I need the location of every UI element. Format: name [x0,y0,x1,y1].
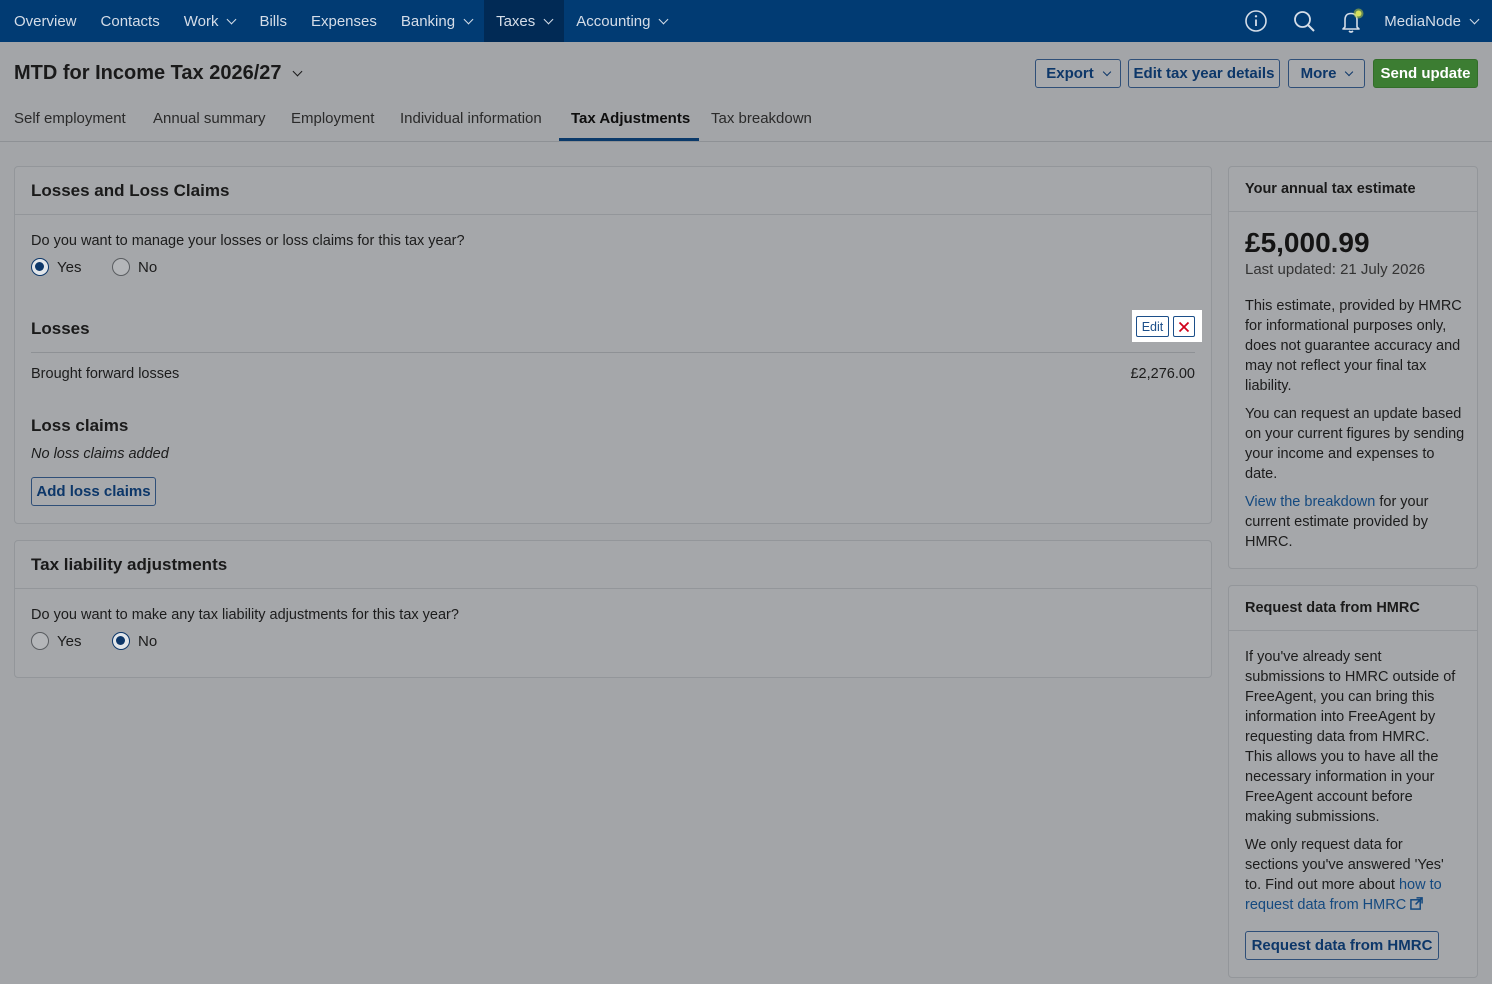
top-nav: Overview Contacts Work Bills Expenses Ba… [0,0,1492,42]
estimate-card-title-text: Your annual tax estimate [1245,181,1416,197]
account-menu[interactable]: MediaNode [1376,13,1492,30]
liability-no-label[interactable]: No [138,633,157,650]
nav-accounting-label: Accounting [576,12,651,30]
send-update-button[interactable]: Send update [1373,59,1478,88]
chevron-down-icon [227,14,237,24]
request-data-button[interactable]: Request data from HMRC [1245,931,1439,960]
nav-contacts[interactable]: Contacts [89,0,172,42]
nav-taxes-label: Taxes [496,12,536,30]
request-card-title-text: Request data from HMRC [1245,600,1420,616]
account-name: MediaNode [1384,12,1461,30]
losses-yes-radio[interactable] [31,258,49,276]
chevron-down-icon [1102,67,1111,76]
tab-self-employment[interactable]: Self employment [14,110,126,127]
tab-annual-summary[interactable]: Annual summary [153,110,266,127]
liability-card-title: Tax liability adjustments [15,541,1211,589]
losses-card-title: Losses and Loss Claims [15,167,1211,215]
losses-card-title-text: Losses and Loss Claims [31,180,230,200]
export-label: Export [1046,65,1094,82]
nav-overview-label: Overview [14,12,77,30]
edit-label: Edit [1141,319,1164,334]
liability-yes-radio[interactable] [31,632,49,650]
request-data-label: Request data from HMRC [1251,937,1433,954]
edit-losses-button[interactable]: Edit [1136,316,1169,337]
active-tab-indicator [559,138,699,141]
edit-tax-year-button[interactable]: Edit tax year details [1128,59,1280,88]
delete-losses-button[interactable] [1173,316,1195,337]
export-button[interactable]: Export [1035,59,1121,88]
search-icon[interactable] [1280,0,1328,42]
chevron-down-icon [292,66,302,77]
add-loss-claims-button[interactable]: Add loss claims [31,477,156,506]
bell-icon[interactable] [1328,0,1376,42]
request-sections-text: We only request data for sections you've… [1245,835,1457,915]
more-label: More [1300,65,1337,82]
estimate-disclaimer: This estimate, provided by HMRC for info… [1245,298,1462,394]
losses-heading: Losses [31,319,90,338]
add-loss-claims-label: Add loss claims [36,483,151,500]
page-header: MTD for Income Tax 2026/27 Export Edit t… [0,42,1492,142]
brought-forward-value: £2,276.00 [1130,366,1195,382]
estimate-last-updated: Last updated: 21 July 2026 [1245,261,1426,278]
nav-banking-label: Banking [400,12,456,30]
close-icon [1178,321,1190,332]
tab-employment[interactable]: Employment [291,110,374,127]
send-update-label: Send update [1380,65,1471,82]
losses-card: Losses and Loss Claims [14,166,1212,524]
tab-tax-breakdown[interactable]: Tax breakdown [711,110,812,127]
more-button[interactable]: More [1288,59,1365,88]
chevron-down-icon [543,14,554,24]
nav-accounting[interactable]: Accounting [564,0,679,42]
tab-tax-adjustments[interactable]: Tax Adjustments [571,110,690,127]
losses-yes-label[interactable]: Yes [57,259,81,276]
estimate-breakdown-text: View the breakdown for your current esti… [1245,492,1470,552]
external-link-icon [1410,897,1424,910]
tab-individual-information[interactable]: Individual information [400,110,542,127]
estimate-update-info: You can request an update based on your … [1245,406,1465,482]
nav-expenses[interactable]: Expenses [299,0,389,42]
estimate-card-title: Your annual tax estimate [1229,167,1477,212]
divider [31,352,1195,353]
nav-expenses-label: Expenses [310,12,377,30]
liability-card-title-text: Tax liability adjustments [31,554,228,574]
brought-forward-label: Brought forward losses [31,366,180,382]
losses-no-radio[interactable] [112,258,130,276]
liability-yes-label[interactable]: Yes [57,633,81,650]
losses-no-label[interactable]: No [138,259,157,276]
nav-taxes[interactable]: Taxes [484,0,565,42]
chevron-down-icon [659,14,669,24]
nav-contacts-label: Contacts [100,12,160,30]
request-card-title: Request data from HMRC [1229,586,1477,631]
liability-no-radio[interactable] [112,632,130,650]
losses-question: Do you want to manage your losses or los… [31,233,465,249]
view-breakdown-link[interactable]: View the breakdown [1245,494,1375,510]
chevron-down-icon [1345,67,1354,76]
nav-bills-label: Bills [259,12,287,30]
no-loss-claims-text: No loss claims added [31,446,169,462]
page-title-text: MTD for Income Tax 2026/27 [14,62,282,84]
page-title[interactable]: MTD for Income Tax 2026/27 [14,62,302,85]
liability-question: Do you want to make any tax liability ad… [31,607,459,623]
loss-claims-heading: Loss claims [31,416,129,435]
nav-work-label: Work [183,12,219,30]
nav-work[interactable]: Work [172,0,248,42]
chevron-down-icon [463,14,474,24]
nav-overview[interactable]: Overview [0,0,89,42]
chevron-down-icon [1469,14,1480,24]
request-info: If you've already sent submissions to HM… [1245,649,1456,825]
info-icon[interactable] [1232,0,1280,42]
estimate-amount: £5,000.99 [1245,227,1370,258]
nav-bills[interactable]: Bills [247,0,299,42]
edit-tax-year-label: Edit tax year details [1133,65,1275,82]
nav-banking[interactable]: Banking [389,0,484,42]
